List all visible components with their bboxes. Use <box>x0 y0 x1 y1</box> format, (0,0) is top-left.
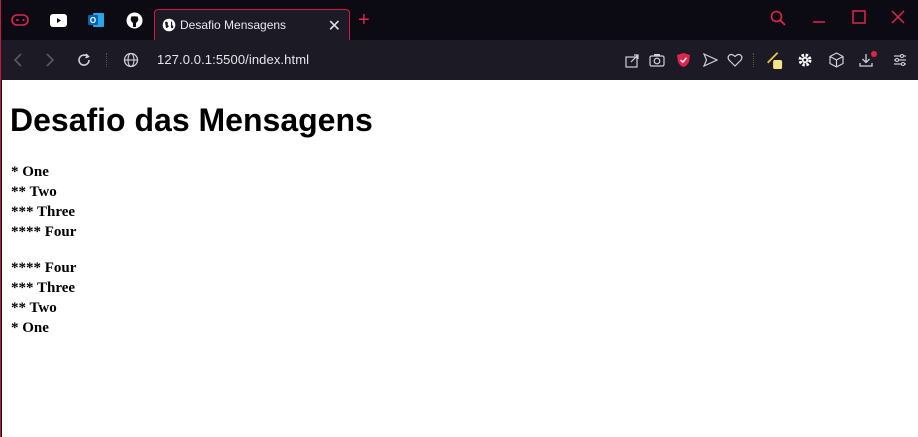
message-list-ascending: * One ** Two *** Three **** Four <box>11 162 76 242</box>
tab-active[interactable]: Desafio Mensagens ✕ <box>154 9 350 40</box>
toolbar: 127.0.0.1:5500/index.html <box>1 40 918 80</box>
list-item: * One <box>11 164 49 180</box>
camera-icon[interactable] <box>648 51 666 69</box>
address-bar[interactable]: 127.0.0.1:5500/index.html <box>157 52 309 67</box>
divider <box>106 53 108 67</box>
list-item: ** Two <box>11 300 57 316</box>
tab-strip: O Desafio Mensagens ✕ + <box>1 0 918 40</box>
github-icon[interactable] <box>125 11 143 29</box>
page-title: Desafio das Mensagens <box>10 102 373 138</box>
list-item: **** Four <box>11 260 77 276</box>
globe-icon <box>162 18 176 32</box>
search-icon[interactable] <box>770 10 786 31</box>
youtube-icon[interactable] <box>49 11 67 29</box>
minimize-button[interactable] <box>812 8 826 29</box>
gear-icon[interactable] <box>796 51 814 69</box>
easy-setup-icon[interactable] <box>891 51 909 69</box>
maximize-button[interactable] <box>852 10 866 29</box>
list-item: *** Three <box>11 204 76 220</box>
pencil-extension-icon[interactable] <box>765 51 783 69</box>
back-icon[interactable] <box>9 51 27 69</box>
close-icon[interactable]: ✕ <box>328 16 341 36</box>
download-icon[interactable] <box>859 51 877 69</box>
gamepad-icon[interactable] <box>11 11 29 29</box>
list-item: **** Four <box>11 224 77 240</box>
divider <box>753 53 755 67</box>
close-window-button[interactable] <box>891 10 905 29</box>
heart-icon[interactable] <box>726 51 744 69</box>
page-content: Desafio das Mensagens * One ** Two *** T… <box>2 80 918 437</box>
list-item: *** Three <box>11 280 76 296</box>
cube-icon[interactable] <box>827 51 845 69</box>
shield-icon[interactable] <box>674 51 692 69</box>
browser-window: O Desafio Mensagens ✕ + 127.0.0.1:5500/i… <box>0 0 918 437</box>
tab-title: Desafio Mensagens <box>180 18 287 32</box>
send-icon[interactable] <box>701 51 719 69</box>
share-icon[interactable] <box>623 51 641 69</box>
svg-text:O: O <box>90 16 96 25</box>
new-tab-button[interactable]: + <box>358 10 370 30</box>
list-item: ** Two <box>11 184 57 200</box>
globe-icon[interactable] <box>122 51 140 69</box>
forward-icon[interactable] <box>41 51 59 69</box>
outlook-icon[interactable]: O <box>87 11 105 29</box>
message-list-descending: **** Four *** Three ** Two * One <box>11 258 76 338</box>
list-item: * One <box>11 320 49 336</box>
reload-icon[interactable] <box>75 51 93 69</box>
